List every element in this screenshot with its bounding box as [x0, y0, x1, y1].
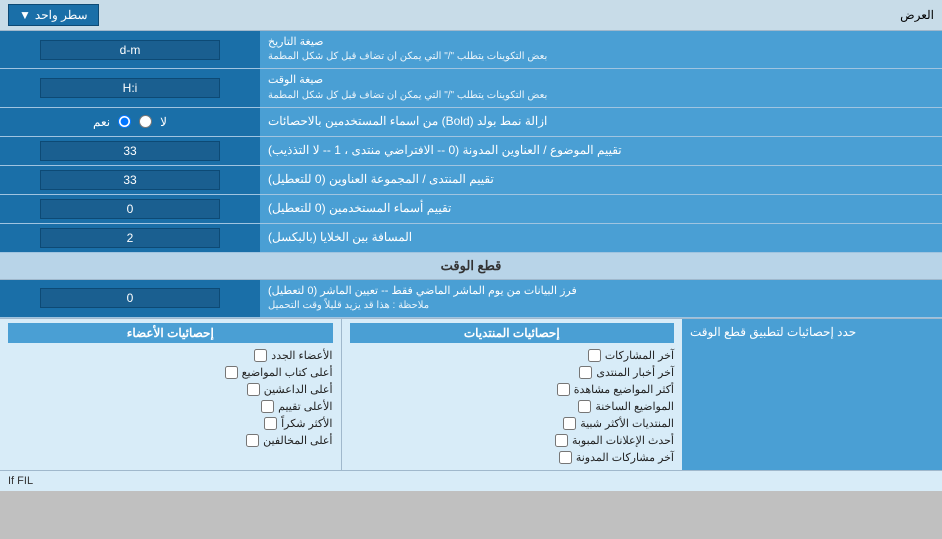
- topics-count-label: تقييم الموضوع / العناوين المدونة (0 -- ا…: [260, 137, 942, 165]
- topics-count-input-wrapper: 33: [0, 137, 260, 165]
- stat-label: آخر أخبار المنتدى: [596, 366, 674, 379]
- bold-remove-row: ازالة نمط بولد (Bold) من اسماء المستخدمي…: [0, 108, 942, 137]
- radio-no-label: لا: [160, 115, 167, 129]
- date-format-row: صيغة التاريخ بعض التكوينات يتطلب "/" الت…: [0, 31, 942, 69]
- stat-checkbox[interactable]: [588, 349, 601, 362]
- date-format-input-wrapper: d-m: [0, 31, 260, 68]
- dropdown-arrow-icon: ▼: [19, 8, 31, 22]
- stat-item: الأعضاء الجدد: [8, 347, 333, 364]
- stat-checkbox[interactable]: [261, 400, 274, 413]
- bold-radio-group: لا نعم: [93, 115, 167, 129]
- cell-spacing-input[interactable]: 2: [40, 228, 220, 248]
- stat-checkbox[interactable]: [247, 383, 260, 396]
- stat-label: آخر المشاركات: [605, 349, 674, 362]
- stat-item: أعلى كتاب المواضيع: [8, 364, 333, 381]
- stat-checkbox[interactable]: [555, 434, 568, 447]
- date-format-input[interactable]: d-m: [40, 40, 220, 60]
- time-format-input-wrapper: H:i: [0, 69, 260, 106]
- note-text: If FIL: [0, 470, 942, 491]
- stat-label: أحدث الإعلانات المبوبة: [572, 434, 674, 447]
- stats-columns: إحصائيات المنتديات آخر المشاركات آخر أخب…: [0, 319, 682, 470]
- forum-group-row: تقييم المنتدى / المجموعة العناوين (0 للت…: [0, 166, 942, 195]
- forum-group-label: تقييم المنتدى / المجموعة العناوين (0 للت…: [260, 166, 942, 194]
- stat-item: الأعلى تقييم: [8, 398, 333, 415]
- stat-checkbox[interactable]: [559, 451, 572, 464]
- time-format-row: صيغة الوقت بعض التكوينات يتطلب "/" التي …: [0, 69, 942, 107]
- main-container: العرض سطر واحد ▼ صيغة التاريخ بعض التكوي…: [0, 0, 942, 491]
- stat-label: أعلى المخالفين: [263, 434, 332, 447]
- stat-item: أكثر المواضيع مشاهدة: [350, 381, 675, 398]
- time-format-label: صيغة الوقت بعض التكوينات يتطلب "/" التي …: [260, 69, 942, 106]
- radio-yes[interactable]: [118, 115, 131, 128]
- stat-item: أعلى المخالفين: [8, 432, 333, 449]
- stat-checkbox[interactable]: [264, 417, 277, 430]
- stat-item: آخر أخبار المنتدى: [350, 364, 675, 381]
- stat-label: الأعضاء الجدد: [271, 349, 332, 362]
- time-cut-header: قطع الوقت: [0, 253, 942, 280]
- users-names-input-wrapper: 0: [0, 195, 260, 223]
- users-names-row: تقييم أسماء المستخدمين (0 للتعطيل) 0: [0, 195, 942, 224]
- stat-label: أعلى كتاب المواضيع: [242, 366, 333, 379]
- top-row: العرض سطر واحد ▼: [0, 0, 942, 31]
- users-names-label: تقييم أسماء المستخدمين (0 للتعطيل): [260, 195, 942, 223]
- stat-label: المواضيع الساخنة: [595, 400, 674, 413]
- bold-remove-label: ازالة نمط بولد (Bold) من اسماء المستخدمي…: [260, 108, 942, 136]
- cell-spacing-label: المسافة بين الخلايا (بالبكسل): [260, 224, 942, 252]
- stat-label: أعلى الداعشين: [264, 383, 333, 396]
- forum-group-input[interactable]: 33: [40, 170, 220, 190]
- stats-container: حدد إحصائيات لتطبيق قطع الوقت إحصائيات ا…: [0, 318, 942, 470]
- stat-item: الأكثر شكراً: [8, 415, 333, 432]
- radio-yes-label: نعم: [93, 115, 110, 129]
- stats-col-forums: إحصائيات المنتديات آخر المشاركات آخر أخب…: [341, 319, 683, 470]
- col2-header: إحصائيات الأعضاء: [8, 323, 333, 343]
- stat-label: الأكثر شكراً: [281, 417, 332, 430]
- stat-checkbox[interactable]: [225, 366, 238, 379]
- col1-header: إحصائيات المنتديات: [350, 323, 675, 343]
- stat-label: المنتديات الأكثر شبية: [580, 417, 674, 430]
- stat-checkbox[interactable]: [254, 349, 267, 362]
- date-format-label: صيغة التاريخ بعض التكوينات يتطلب "/" الت…: [260, 31, 942, 68]
- time-cut-input-wrapper: 0: [0, 280, 260, 317]
- time-cut-row: فرز البيانات من يوم الماشر الماضي فقط --…: [0, 280, 942, 318]
- radio-no[interactable]: [139, 115, 152, 128]
- dropdown-button[interactable]: سطر واحد ▼: [8, 4, 99, 26]
- stat-item: آخر المشاركات: [350, 347, 675, 364]
- stats-col-members: إحصائيات الأعضاء الأعضاء الجدد أعلى كتاب…: [0, 319, 341, 470]
- cell-spacing-input-wrapper: 2: [0, 224, 260, 252]
- bold-remove-input-wrapper: لا نعم: [0, 108, 260, 136]
- users-names-input[interactable]: 0: [40, 199, 220, 219]
- stat-label: الأعلى تقييم: [278, 400, 332, 413]
- cell-spacing-row: المسافة بين الخلايا (بالبكسل) 2: [0, 224, 942, 253]
- stat-label: أكثر المواضيع مشاهدة: [574, 383, 674, 396]
- time-format-input[interactable]: H:i: [40, 78, 220, 98]
- dropdown-label: سطر واحد: [35, 8, 88, 22]
- topics-count-input[interactable]: 33: [40, 141, 220, 161]
- stat-checkbox[interactable]: [578, 400, 591, 413]
- forum-group-input-wrapper: 33: [0, 166, 260, 194]
- stat-item: آخر مشاركات المدونة: [350, 449, 675, 466]
- stat-item: أحدث الإعلانات المبوبة: [350, 432, 675, 449]
- stat-item: أعلى الداعشين: [8, 381, 333, 398]
- stat-checkbox[interactable]: [557, 383, 570, 396]
- display-label: العرض: [900, 8, 934, 22]
- stats-limit-label: حدد إحصائيات لتطبيق قطع الوقت: [682, 319, 942, 470]
- stat-item: المنتديات الأكثر شبية: [350, 415, 675, 432]
- time-cut-input[interactable]: 0: [40, 288, 220, 308]
- topics-count-row: تقييم الموضوع / العناوين المدونة (0 -- ا…: [0, 137, 942, 166]
- stat-checkbox[interactable]: [246, 434, 259, 447]
- stat-checkbox[interactable]: [579, 366, 592, 379]
- stat-item: المواضيع الساخنة: [350, 398, 675, 415]
- time-cut-label: فرز البيانات من يوم الماشر الماضي فقط --…: [260, 280, 942, 317]
- stat-checkbox[interactable]: [563, 417, 576, 430]
- stat-label: آخر مشاركات المدونة: [576, 451, 674, 464]
